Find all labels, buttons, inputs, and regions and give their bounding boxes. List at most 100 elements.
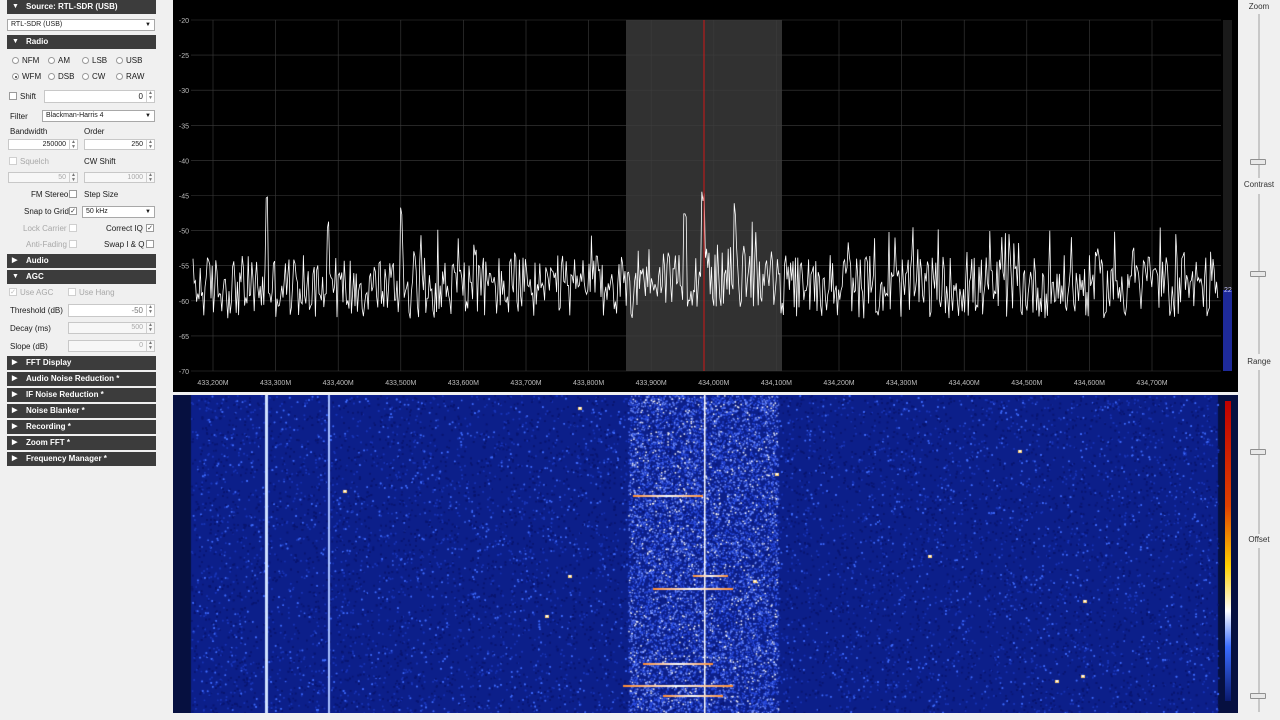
anti-fading-checkbox[interactable] <box>69 240 77 248</box>
mode-radio-lsb[interactable] <box>82 57 89 64</box>
y-tick-label: -20 <box>179 18 189 25</box>
x-tick-label: 433,700M <box>510 380 541 387</box>
use-hang-checkbox[interactable] <box>68 288 76 296</box>
filter-select[interactable]: Blackman-Harris 4 ▼ <box>42 110 155 122</box>
swap-iq-checkbox[interactable] <box>146 240 154 248</box>
spectrum-level-fill <box>1223 290 1232 371</box>
squelch-value: 50 <box>58 174 66 181</box>
waterfall-display[interactable] <box>173 395 1238 713</box>
step-size-label: Step Size <box>84 190 119 199</box>
mode-label: DSB <box>58 72 75 81</box>
y-tick-label: -45 <box>179 194 189 201</box>
step-size-value: 50 kHz <box>86 208 108 215</box>
bandwidth-input[interactable]: 250000 ▲ ▼ <box>8 139 78 150</box>
y-tick-label: -35 <box>179 123 189 130</box>
order-value: 250 <box>131 141 143 148</box>
lock-carrier-checkbox[interactable] <box>69 224 77 232</box>
radio-panel-header[interactable]: ▼ Radio <box>7 35 156 49</box>
squelch-label: Squelch <box>20 157 49 166</box>
fft-display-panel-header[interactable]: ▶ FFT Display <box>7 356 156 370</box>
offset-slider[interactable] <box>1258 548 1260 712</box>
shift-label: Shift <box>20 92 37 101</box>
expand-icon: ▶ <box>12 455 18 462</box>
mode-label: RAW <box>126 72 145 81</box>
fm-stereo-checkbox[interactable] <box>69 190 77 198</box>
spectrum-y-axis: -20 -25 -30 -35 -40 -45 -50 -55 -60 -65 -70 <box>179 18 189 376</box>
mode-label: USB <box>126 56 143 65</box>
x-tick-label: 433,500M <box>385 380 416 387</box>
correct-iq-label: Correct IQ <box>106 224 143 233</box>
x-tick-label: 433,400M <box>323 380 354 387</box>
x-tick-label: 434,500M <box>1011 380 1042 387</box>
mode-label: AM <box>58 56 70 65</box>
checkmark-icon: ✓ <box>147 225 153 232</box>
mode-label: CW <box>92 72 106 81</box>
y-tick-label: -55 <box>179 264 189 271</box>
zoom-fft-panel-header[interactable]: ▶ Zoom FFT * <box>7 436 156 450</box>
spectrum-analyzer[interactable]: -20 -25 -30 -35 -40 -45 -50 -55 -60 -65 -70 433,20… <box>173 0 1238 392</box>
panel-header-label: FFT Display <box>26 358 72 367</box>
x-tick-label: 433,300M <box>260 380 291 387</box>
audio-panel-header[interactable]: ▶ Audio <box>7 254 156 268</box>
panel-header-label: Zoom FFT * <box>26 438 70 447</box>
slope-value: 0 <box>139 342 143 349</box>
range-slider-thumb[interactable] <box>1250 449 1266 455</box>
decay-input[interactable]: 500 ▲ ▼ <box>68 322 155 334</box>
checkmark-icon: ✓ <box>10 289 16 296</box>
collapse-icon: ▼ <box>12 38 19 45</box>
noise-blanker-panel-header[interactable]: ▶ Noise Blanker * <box>7 404 156 418</box>
audio-noise-reduction-panel-header[interactable]: ▶ Audio Noise Reduction * <box>7 372 156 386</box>
source-panel-header[interactable]: ▼ Source: RTL-SDR (USB) <box>7 0 156 14</box>
spinner-icon: ▲ ▼ <box>146 140 154 150</box>
order-input[interactable]: 250 ▲ ▼ <box>84 139 155 150</box>
snap-to-grid-checkbox[interactable]: ✓ <box>69 207 77 215</box>
if-noise-reduction-panel-header[interactable]: ▶ IF Noise Reduction * <box>7 388 156 402</box>
shift-input[interactable]: 0 ▲ ▼ <box>44 90 155 103</box>
x-tick-label: 434,600M <box>1074 380 1105 387</box>
threshold-label: Threshold (dB) <box>10 306 63 315</box>
mode-radio-dsb[interactable] <box>48 73 55 80</box>
zoom-slider[interactable] <box>1258 14 1260 178</box>
waterfall-canvas <box>173 395 1238 713</box>
status-strip <box>0 713 1280 720</box>
control-sidebar: ▼ Source: RTL-SDR (USB) RTL-SDR (USB) ▼ ▼ R… <box>0 0 170 720</box>
zoom-slider-thumb[interactable] <box>1250 158 1266 165</box>
frequency-manager-panel-header[interactable]: ▶ Frequency Manager * <box>7 452 156 466</box>
expand-icon: ▶ <box>12 407 18 414</box>
mode-radio-wfm[interactable] <box>12 73 19 80</box>
snap-to-grid-label: Snap to Grid <box>24 207 69 216</box>
offset-slider-thumb[interactable] <box>1250 692 1266 699</box>
spinner-icon: ▲ ▼ <box>146 173 154 183</box>
threshold-input[interactable]: -50 ▲ ▼ <box>68 304 155 317</box>
x-tick-label: 433,600M <box>448 380 479 387</box>
collapse-icon: ▼ <box>12 273 19 280</box>
cw-shift-input[interactable]: 1000 ▲ ▼ <box>84 172 155 183</box>
recording-panel-header[interactable]: ▶ Recording * <box>7 420 156 434</box>
contrast-slider-thumb[interactable] <box>1250 271 1266 277</box>
threshold-value: -50 <box>131 306 143 315</box>
mode-radio-nfm[interactable] <box>12 57 19 64</box>
spinner-icon: ▲ ▼ <box>69 140 77 150</box>
mode-radio-raw[interactable] <box>116 73 123 80</box>
fm-stereo-label: FM Stereo <box>31 190 69 199</box>
squelch-input[interactable]: 50 ▲ ▼ <box>8 172 78 183</box>
audio-header-label: Audio <box>26 256 49 265</box>
slope-input[interactable]: 0 ▲ ▼ <box>68 340 155 352</box>
squelch-checkbox[interactable] <box>9 157 17 165</box>
spinner-icon: ▲ ▼ <box>146 341 154 351</box>
shift-checkbox[interactable] <box>9 92 17 100</box>
step-size-select[interactable]: 50 kHz ▼ <box>82 206 155 218</box>
mode-radio-am[interactable] <box>48 57 55 64</box>
mode-radio-usb[interactable] <box>116 57 123 64</box>
spinner-icon: ▲ ▼ <box>146 323 154 333</box>
agc-header-label: AGC <box>26 272 44 281</box>
correct-iq-checkbox[interactable]: ✓ <box>146 224 154 232</box>
x-tick-label: 434,200M <box>823 380 854 387</box>
agc-panel-header[interactable]: ▼ AGC <box>7 270 156 284</box>
spectrum-x-axis: 433,200M 433,300M 433,400M 433,500M 433,600M… <box>197 380 1167 387</box>
mode-radio-cw[interactable] <box>82 73 89 80</box>
spinner-icon: ▲ ▼ <box>146 91 154 102</box>
panel-header-label: IF Noise Reduction * <box>26 390 104 399</box>
use-agc-checkbox[interactable]: ✓ <box>9 288 17 296</box>
source-device-select[interactable]: RTL-SDR (USB) ▼ <box>7 19 155 31</box>
